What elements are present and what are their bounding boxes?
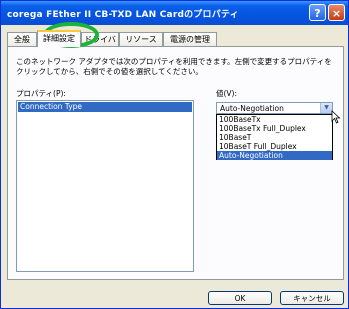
value-label: 値(V): <box>216 89 238 98</box>
help-button[interactable]: ? <box>309 4 326 21</box>
cancel-button[interactable]: キャンセル <box>280 291 344 305</box>
tab-resources[interactable]: リソース <box>119 32 163 46</box>
property-list[interactable]: Connection Type <box>16 100 194 272</box>
dropdown-option-selected[interactable]: Auto-Negotiation <box>217 151 332 160</box>
panel-description: このネットワーク アダプタでは次のプロパティを利用できます。左側で変更するプロパ… <box>16 57 332 76</box>
window-title: corega FEther II CB-TXD LAN Cardのプロパティ <box>7 10 239 20</box>
tab-power-management[interactable]: 電源の管理 <box>163 32 217 46</box>
close-button[interactable]: × <box>328 4 345 21</box>
list-item[interactable]: Connection Type <box>18 102 192 112</box>
tab-advanced[interactable]: 詳細設定 <box>37 30 81 47</box>
advanced-panel: このネットワーク アダプタでは次のプロパティを利用できます。左側で変更するプロパ… <box>7 46 344 280</box>
property-label: プロパティ(P): <box>16 89 66 98</box>
title-bar[interactable]: corega FEther II CB-TXD LAN Cardのプロパティ ?… <box>1 1 348 25</box>
dropdown-option[interactable]: 10BaseT <box>217 133 332 142</box>
combobox-value: Auto-Negotiation <box>220 104 284 113</box>
ok-button[interactable]: OK <box>208 291 272 305</box>
dropdown-option[interactable]: 100BaseTx Full_Duplex <box>217 124 332 133</box>
value-dropdown-list: 100BaseTx 100BaseTx Full_Duplex 10BaseT … <box>216 114 333 160</box>
properties-dialog: corega FEther II CB-TXD LAN Cardのプロパティ ?… <box>0 0 349 309</box>
tab-driver[interactable]: ドライバ <box>81 32 119 46</box>
value-combobox[interactable]: Auto-Negotiation ▼ <box>216 102 333 114</box>
tab-general[interactable]: 全般 <box>7 32 37 46</box>
dropdown-option[interactable]: 100BaseTx <box>217 115 332 124</box>
dropdown-option[interactable]: 10BaseT Full_Duplex <box>217 142 332 151</box>
